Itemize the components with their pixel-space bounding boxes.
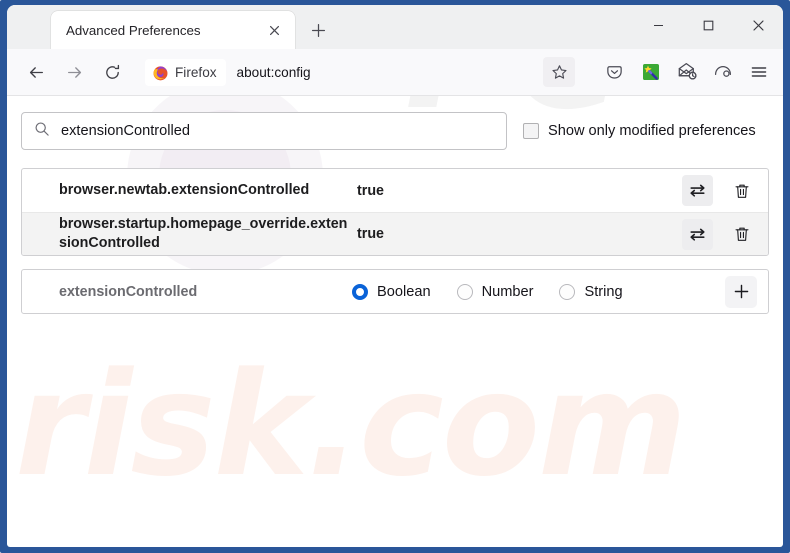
hamburger-menu-icon[interactable]: [743, 57, 774, 88]
nav-buttons: [21, 57, 127, 87]
radio-dot[interactable]: [352, 283, 368, 300]
trash-icon[interactable]: [726, 219, 757, 250]
add-preference-button[interactable]: [725, 275, 757, 308]
toolbar-extensions: [599, 57, 774, 88]
close-button[interactable]: [733, 5, 783, 45]
radio-number-label: Number: [481, 283, 534, 300]
checkbox-box[interactable]: [523, 123, 539, 139]
extension-icon[interactable]: [635, 57, 666, 88]
url-text[interactable]: about:config: [237, 65, 311, 80]
url-bar[interactable]: Firefox about:config: [145, 57, 575, 88]
radio-dot[interactable]: [559, 283, 576, 300]
forward-icon[interactable]: [59, 57, 89, 87]
navigation-toolbar: Firefox about:config: [7, 49, 783, 96]
preference-value: true: [357, 226, 385, 242]
radio-dot[interactable]: [456, 283, 473, 300]
preference-name: browser.newtab.extensionControlled: [59, 181, 310, 198]
add-preference-row: extensionControlled Boolean Number Strin…: [21, 269, 769, 314]
bookmark-star-icon[interactable]: [543, 57, 575, 87]
radio-number[interactable]: Number: [456, 283, 534, 300]
tab-strip: Advanced Preferences: [7, 5, 783, 49]
window-controls: [633, 5, 783, 49]
extension-wand-icon: [642, 64, 659, 80]
toggle-icon[interactable]: [682, 175, 713, 206]
radio-string-label: String: [584, 283, 623, 300]
search-icon: [34, 121, 50, 142]
tab-title: Advanced Preferences: [66, 22, 201, 38]
row-actions: [682, 175, 757, 206]
show-only-modified-checkbox[interactable]: Show only modified preferences: [523, 123, 756, 139]
minimize-button[interactable]: [633, 5, 683, 45]
mail-icon[interactable]: [671, 57, 702, 88]
browser-window: PC risk.com Advanced Preferences: [0, 0, 790, 553]
radio-string[interactable]: String: [559, 283, 623, 300]
sync-account-icon[interactable]: [707, 57, 738, 88]
table-row[interactable]: browser.newtab.extensionControlled true: [22, 169, 768, 212]
new-preference-name: extensionControlled: [59, 283, 198, 300]
identity-chip-firefox[interactable]: Firefox: [145, 58, 226, 86]
preference-table: browser.newtab.extensionControlled true: [21, 168, 769, 256]
search-input-value: extensionControlled: [61, 123, 190, 139]
preference-type-radio-group: Boolean Number String: [352, 283, 725, 300]
radio-boolean[interactable]: Boolean: [352, 283, 431, 300]
table-row[interactable]: browser.startup.homepage_override.extens…: [22, 212, 768, 255]
maximize-button[interactable]: [683, 5, 733, 45]
toggle-icon[interactable]: [682, 218, 713, 250]
trash-icon[interactable]: [726, 175, 757, 206]
search-row: extensionControlled Show only modified p…: [21, 112, 769, 150]
identity-label: Firefox: [175, 64, 217, 80]
firefox-logo-icon: [153, 65, 168, 80]
back-icon[interactable]: [21, 57, 51, 87]
show-only-modified-label: Show only modified preferences: [548, 123, 756, 139]
preference-value: true: [357, 182, 385, 199]
close-tab-icon[interactable]: [261, 17, 287, 43]
search-input[interactable]: extensionControlled: [21, 112, 507, 150]
row-actions: [682, 218, 757, 250]
window-inner: PC risk.com Advanced Preferences: [7, 5, 783, 547]
preference-name: browser.startup.homepage_override.extens…: [59, 215, 348, 251]
about-config-page: extensionControlled Show only modified p…: [7, 96, 783, 547]
radio-boolean-label: Boolean: [377, 283, 431, 300]
new-tab-icon[interactable]: [305, 17, 331, 43]
browser-tab-advanced-preferences[interactable]: Advanced Preferences: [51, 11, 295, 49]
pocket-icon[interactable]: [599, 57, 630, 88]
reload-icon[interactable]: [97, 57, 127, 87]
